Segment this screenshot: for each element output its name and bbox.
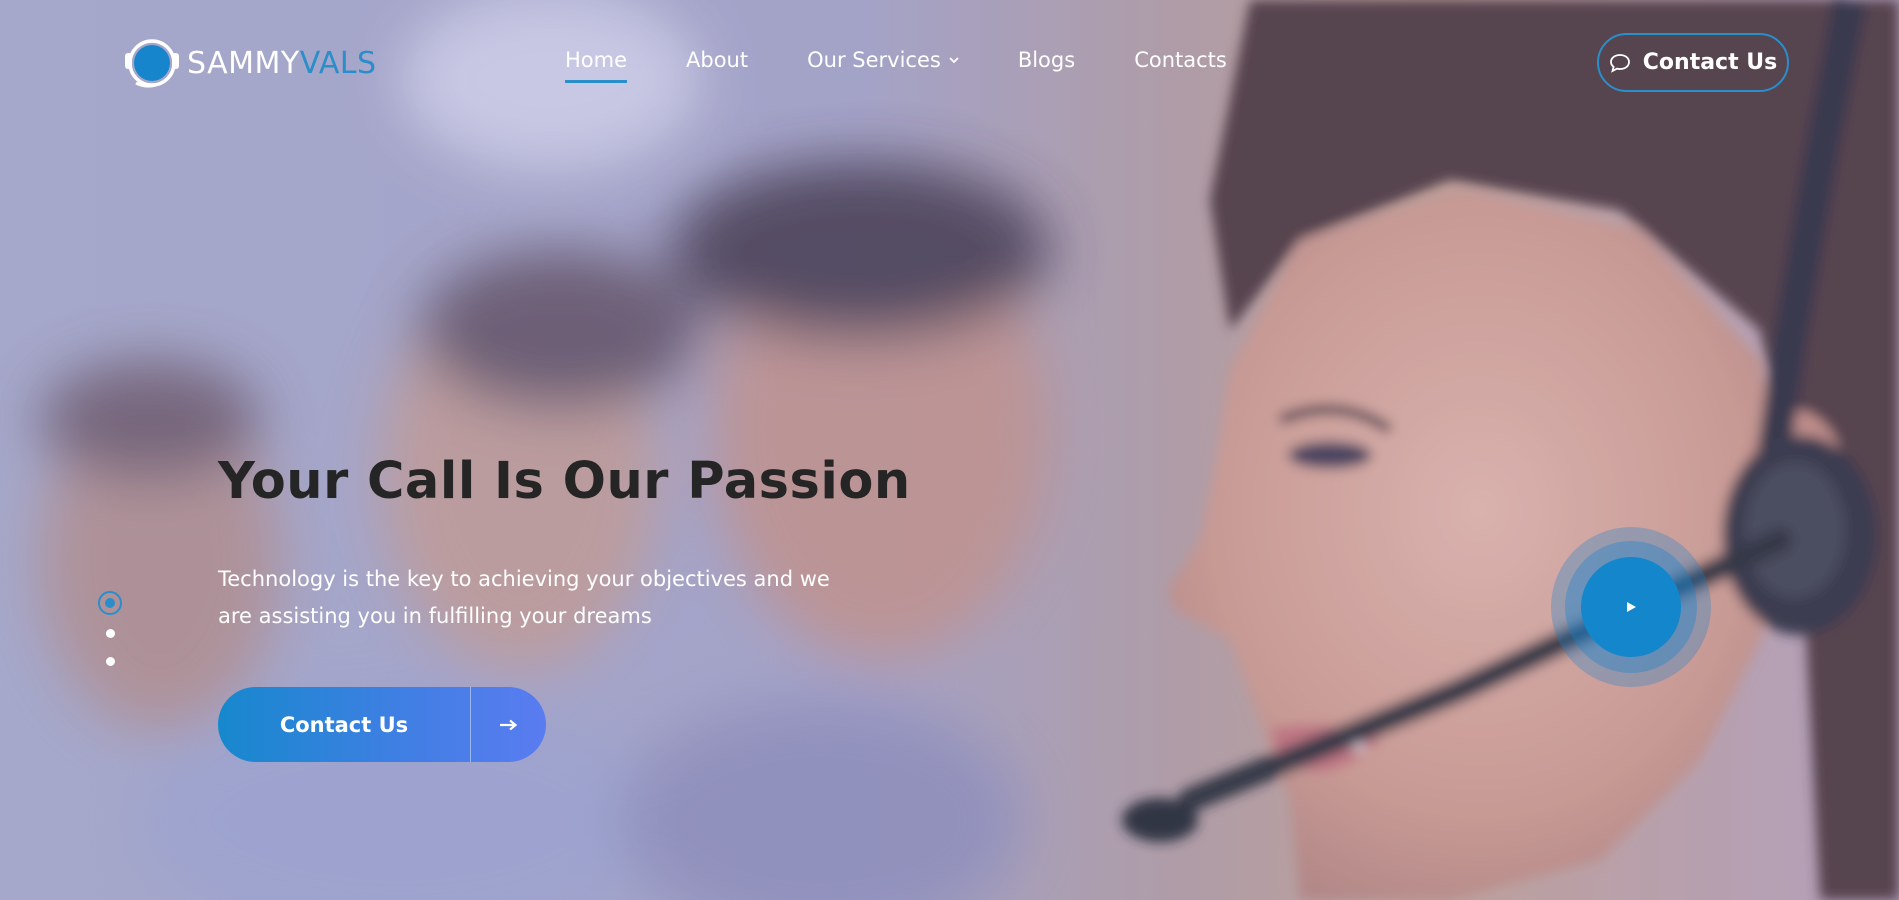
nav-item-home[interactable]: Home (565, 48, 628, 83)
hero-contact-button-label: Contact Us (279, 712, 409, 737)
brand-name-part2: VALS (299, 45, 377, 81)
nav-item-our-services-label: Our Services (807, 48, 941, 72)
play-button-core (1581, 557, 1681, 657)
slider-dot-2[interactable] (106, 629, 115, 638)
nav-item-contacts[interactable]: Contacts (1134, 48, 1227, 72)
hero-color-overlay (0, 0, 1899, 900)
headset-logo-icon (123, 36, 181, 90)
nav-item-about[interactable]: About (686, 48, 748, 72)
brand-name-part1: SAMMY (187, 45, 300, 81)
brand-name: SAMMYVALS (187, 46, 377, 81)
slider-dot-3[interactable] (106, 657, 115, 666)
main-nav: Home About Our Services Blogs Contacts (565, 48, 1286, 83)
nav-item-our-services[interactable]: Our Services (807, 48, 959, 72)
play-icon (1627, 602, 1636, 612)
nav-item-blogs[interactable]: Blogs (1018, 48, 1075, 72)
chevron-down-icon (949, 57, 959, 64)
chat-bubble-icon (1609, 53, 1630, 73)
hero-contact-button[interactable]: Contact Us (218, 687, 546, 762)
header-contact-button[interactable]: Contact Us (1597, 33, 1789, 92)
arrow-right-icon (471, 719, 546, 731)
brand-logo[interactable]: SAMMYVALS (123, 36, 377, 90)
site-header: SAMMYVALS Home About Our Services Blogs … (0, 0, 1899, 125)
hero-section (0, 0, 1899, 900)
header-contact-button-label: Contact Us (1642, 50, 1778, 75)
hero-headline: Your Call Is Our Passion (218, 452, 911, 511)
hero-subtext: Technology is the key to achieving your … (218, 567, 830, 628)
slider-dot-1[interactable] (98, 591, 122, 615)
video-play-button[interactable] (1551, 527, 1711, 687)
